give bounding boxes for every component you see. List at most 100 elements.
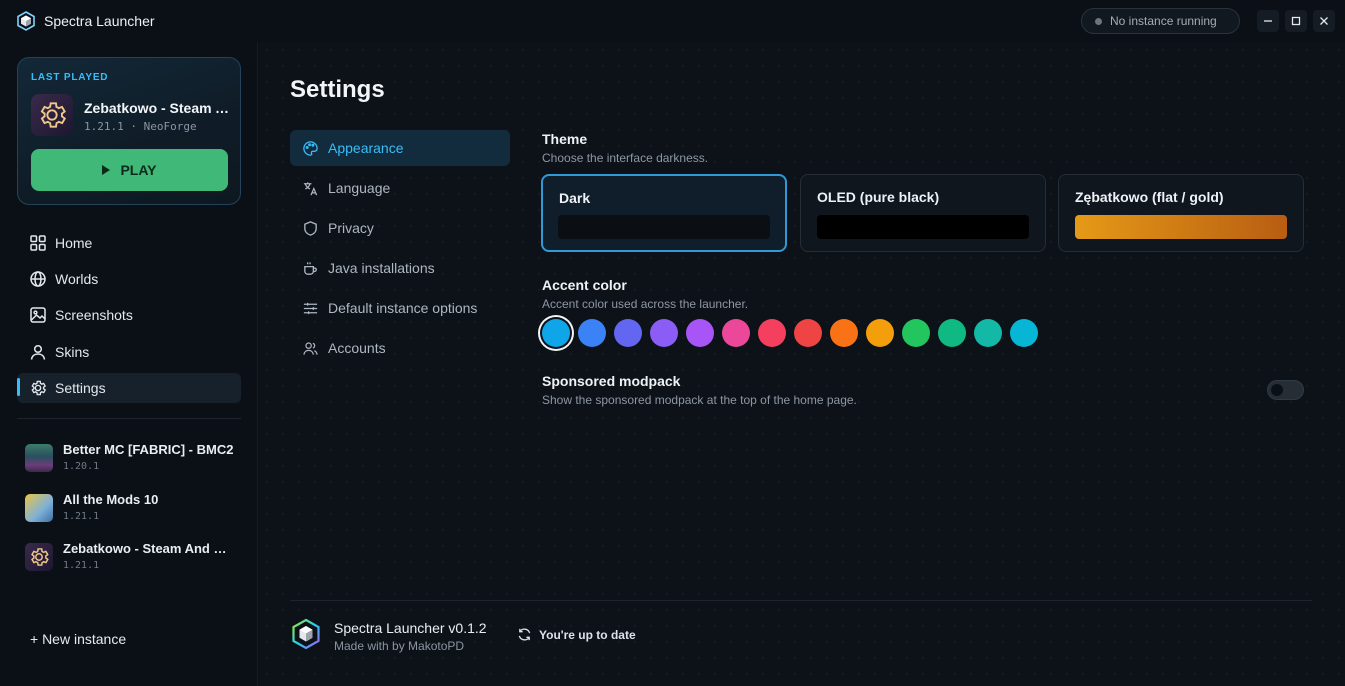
theme-option-zebatkowo[interactable]: Zębatkowo (flat / gold) [1058,174,1304,252]
update-status-text: You're up to date [539,627,636,642]
nav-item-worlds[interactable]: Worlds [17,264,241,294]
settings-page: Settings Appearance Language Privacy Jav… [259,42,1345,686]
last-played-label: LAST PLAYED [31,72,109,83]
last-played-card: LAST PLAYED Zebatkowo - Steam And Sorcer… [17,57,241,205]
accent-color-swatch[interactable] [686,319,714,347]
image-icon [30,307,46,323]
accent-description: Accent color used across the launcher. [542,297,749,311]
app-version: Spectra Launcher v0.1.2 [334,620,487,636]
close-button[interactable] [1313,10,1335,32]
sidebar-divider [17,418,241,419]
instance-version: 1.20.1 [63,461,100,472]
accent-color-swatch[interactable] [1010,319,1038,347]
active-indicator [17,378,20,396]
tab-java-installations[interactable]: Java installations [290,250,510,286]
app-title: Spectra Launcher [44,13,155,29]
instance-thumbnail [25,494,53,522]
theme-option-oled[interactable]: OLED (pure black) [800,174,1046,252]
status-text: No instance running [1110,14,1217,28]
app-logo-icon [17,11,35,31]
accent-title: Accent color [542,277,627,293]
instance-item[interactable]: Better MC [FABRIC] - BMC2 1.20.1 [25,442,245,478]
instance-name: All the Mods 10 [63,492,159,507]
nav-item-screenshots[interactable]: Screenshots [17,300,241,330]
nav-item-label: Worlds [55,271,99,287]
accent-color-swatch[interactable] [866,319,894,347]
update-status[interactable]: You're up to date [517,627,636,642]
page-title: Settings [290,76,385,103]
theme-option-label: OLED (pure black) [817,189,940,205]
tab-label: Accounts [328,340,386,356]
minimize-button[interactable] [1257,10,1279,32]
tab-default-instance-options[interactable]: Default instance options [290,290,510,326]
instance-name: Better MC [FABRIC] - BMC2 [63,442,234,457]
translate-icon [303,181,318,195]
accent-color-swatch[interactable] [830,319,858,347]
instance-thumbnail [25,444,53,472]
tab-privacy[interactable]: Privacy [290,210,510,246]
tab-language[interactable]: Language [290,170,510,206]
accent-color-swatch[interactable] [650,319,678,347]
status-dot-icon [1095,17,1102,25]
nav-item-label: Screenshots [55,307,133,323]
new-instance-button[interactable]: + New instance [30,631,126,647]
accent-color-swatch[interactable] [758,319,786,347]
cog-icon [40,102,67,128]
last-played-thumbnail[interactable] [31,94,73,136]
instance-item[interactable]: Zebatkowo - Steam And Sorcery 1.21.1 [25,541,245,577]
toggle-knob [1271,384,1283,396]
tab-appearance[interactable]: Appearance [290,130,510,166]
accent-color-swatch[interactable] [938,319,966,347]
tab-label: Privacy [328,220,374,236]
nav-item-skins[interactable]: Skins [17,337,241,367]
palette-icon [303,140,318,156]
maximize-icon [1291,16,1301,26]
last-played-meta: 1.21.1 · NeoForge [84,120,197,133]
accent-color-swatch[interactable] [794,319,822,347]
accent-color-swatch[interactable] [974,319,1002,347]
theme-description: Choose the interface darkness. [542,151,709,165]
app-credit: Made with by MakotoPD [334,639,465,653]
nav-item-label: Skins [55,344,90,360]
theme-option-label: Dark [559,190,591,206]
footer-divider [290,600,1312,601]
sidebar: LAST PLAYED Zebatkowo - Steam And Sorcer… [0,42,258,686]
last-played-name: Zebatkowo - Steam And Sorcery [84,100,230,116]
instance-status-badge: No instance running [1081,8,1240,34]
sponsored-title: Sponsored modpack [542,373,681,389]
theme-preview [1075,215,1287,239]
accent-color-swatch[interactable] [722,319,750,347]
instance-thumbnail [25,543,53,571]
theme-preview [817,215,1029,239]
minimize-icon [1264,20,1272,22]
instance-item[interactable]: All the Mods 10 1.21.1 [25,492,245,528]
theme-option-label: Zębatkowo (flat / gold) [1075,189,1224,205]
instance-version: 1.21.1 [63,560,100,571]
instance-version: 1.21.1 [63,511,100,522]
tab-accounts[interactable]: Accounts [290,330,510,366]
play-icon [102,165,111,175]
title-bar: Spectra Launcher No instance running [0,0,1345,42]
theme-option-dark[interactable]: Dark [541,174,787,252]
instance-name: Zebatkowo - Steam And Sorcery [63,541,235,556]
tab-label: Language [328,180,391,196]
sponsored-modpack-toggle[interactable] [1267,380,1304,400]
globe-icon [30,271,46,287]
accent-color-swatch[interactable] [902,319,930,347]
cog-icon [31,548,49,566]
user-icon [30,344,46,360]
coffee-icon [304,261,317,275]
accent-color-swatch[interactable] [542,319,570,347]
grid-icon [30,235,46,251]
nav-item-label: Settings [55,380,106,396]
play-button[interactable]: PLAY [31,149,228,191]
refresh-icon [518,628,531,641]
nav-item-settings[interactable]: Settings [17,373,241,403]
accent-color-swatch[interactable] [578,319,606,347]
play-label: PLAY [120,162,157,178]
shield-icon [304,220,317,236]
nav-item-home[interactable]: Home [17,228,241,258]
users-icon [303,341,318,355]
maximize-button[interactable] [1285,10,1307,32]
accent-color-swatch[interactable] [614,319,642,347]
